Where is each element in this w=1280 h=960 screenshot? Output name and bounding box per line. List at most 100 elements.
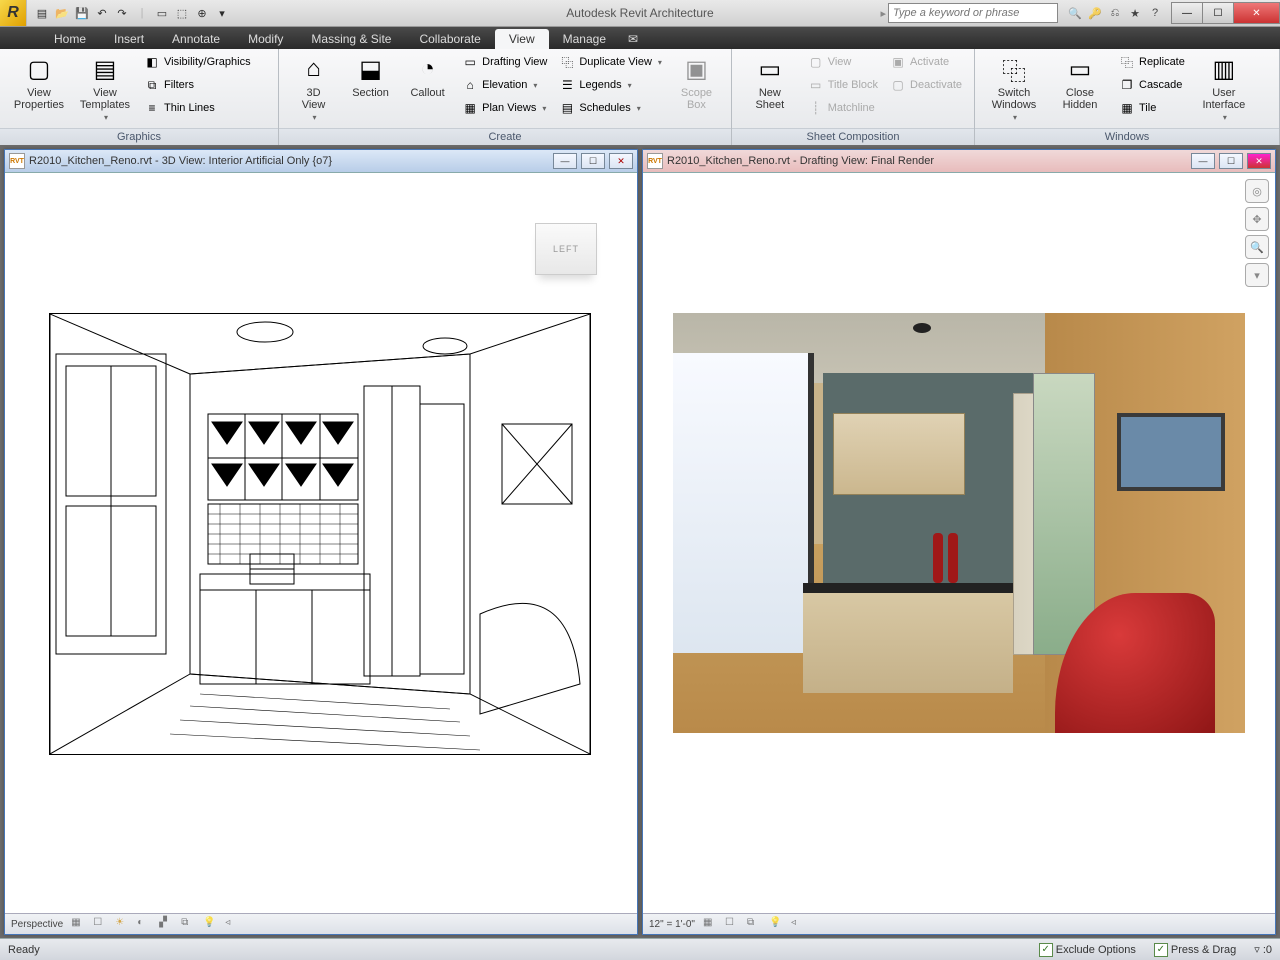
cascade-button[interactable]: ❐Cascade (1115, 74, 1189, 96)
qat-save-icon[interactable]: 💾 (73, 4, 91, 22)
view-cube[interactable]: LEFT (535, 223, 597, 275)
rendered-image (673, 313, 1245, 733)
child-title-text-left: R2010_Kitchen_Reno.rvt - 3D View: Interi… (29, 155, 332, 167)
zoom-icon[interactable]: 🔍 (1245, 235, 1269, 259)
duplicate-view-button[interactable]: ⿻Duplicate View (555, 51, 666, 73)
wireframe-drawing (49, 313, 591, 755)
qat-redo-icon[interactable]: ↷ (113, 4, 131, 22)
tab-modify[interactable]: Modify (234, 29, 297, 49)
child-min-right[interactable]: — (1191, 153, 1215, 169)
minimize-button[interactable]: — (1171, 2, 1203, 24)
rvt-file-icon: RVT (647, 153, 663, 169)
child-close-left[interactable]: ✕ (609, 153, 633, 169)
comm-icon[interactable]: ⎌ (1106, 4, 1124, 22)
replicate-button[interactable]: ⿻Replicate (1115, 51, 1189, 73)
3d-view-button[interactable]: ⌂3D View (287, 51, 340, 124)
help-icon[interactable]: ? (1146, 4, 1164, 22)
view-properties-button[interactable]: ▢ View Properties (8, 51, 70, 113)
detail-icon[interactable]: ▦ (703, 917, 717, 931)
crop-icon[interactable]: ⧉ (181, 917, 195, 931)
sun-icon[interactable]: ☀ (115, 917, 129, 931)
callout-button[interactable]: ◔Callout (401, 51, 454, 101)
qat-3d-icon[interactable]: ⬚ (173, 4, 191, 22)
section-button[interactable]: ⬓Section (344, 51, 397, 101)
steering-wheel-icon[interactable]: ◎ (1245, 179, 1269, 203)
shadow-icon[interactable]: ◐ (137, 917, 151, 931)
view-templates-button[interactable]: ▤ View Templates (74, 51, 136, 124)
legends-button[interactable]: ☰Legends (555, 74, 666, 96)
filters-button[interactable]: ⧉Filters (140, 74, 255, 96)
quick-access-toolbar: ▤ 📂 💾 ↶ ↷ | ▭ ⬚ ⊕ ▾ (27, 4, 237, 22)
hide-icon[interactable]: 💡 (203, 917, 217, 931)
qat-undo-icon[interactable]: ↶ (93, 4, 111, 22)
qat-sync-icon[interactable]: ⊕ (193, 4, 211, 22)
qat-open-icon[interactable]: 📂 (53, 4, 71, 22)
tab-collaborate[interactable]: Collaborate (405, 29, 494, 49)
hide-icon[interactable]: 💡 (769, 917, 783, 931)
model-icon[interactable]: ☐ (93, 917, 107, 931)
pan-icon[interactable]: ✥ (1245, 207, 1269, 231)
close-button[interactable]: ✕ (1233, 2, 1280, 24)
tile-button[interactable]: ▦Tile (1115, 97, 1189, 119)
render-icon[interactable]: ▞ (159, 917, 173, 931)
tab-manage[interactable]: Manage (549, 29, 620, 49)
status-text: Ready (8, 944, 40, 956)
switch-windows-button[interactable]: ⿻Switch Windows (983, 51, 1045, 124)
close-hidden-button[interactable]: ▭Close Hidden (1049, 51, 1111, 113)
navigation-bar: ◎ ✥ 🔍 ▾ (1245, 179, 1269, 287)
maximize-button[interactable]: ☐ (1202, 2, 1234, 24)
tab-insert[interactable]: Insert (100, 29, 158, 49)
child-max-left[interactable]: ☐ (581, 153, 605, 169)
search-input[interactable] (888, 3, 1058, 23)
deactivate-icon: ▢ (890, 77, 906, 93)
key-icon[interactable]: 🔑 (1086, 4, 1104, 22)
child-title-render[interactable]: RVT R2010_Kitchen_Reno.rvt - Drafting Vi… (643, 150, 1275, 173)
scope-icon: ▣ (680, 53, 712, 85)
model-icon[interactable]: ☐ (725, 917, 739, 931)
tab-addins-icon[interactable]: ✉ (620, 29, 646, 49)
thin-lines-button[interactable]: ≡Thin Lines (140, 97, 255, 119)
newsheet-icon: ▭ (754, 53, 786, 85)
tab-view[interactable]: View (495, 29, 549, 49)
new-sheet-button[interactable]: ▭New Sheet (740, 51, 800, 113)
tile-icon: ▦ (1119, 100, 1135, 116)
nav-more-icon[interactable]: ▾ (1245, 263, 1269, 287)
elevation-button[interactable]: ⌂Elevation (458, 74, 551, 96)
search-icon[interactable]: 🔍 (1066, 4, 1084, 22)
infocenter-arrow-icon[interactable]: ▸ (880, 7, 886, 20)
favorite-icon[interactable]: ★ (1126, 4, 1144, 22)
tab-massing[interactable]: Massing & Site (297, 29, 405, 49)
viewport-render[interactable]: ◎ ✥ 🔍 ▾ (643, 173, 1275, 913)
viewport-3d[interactable]: LEFT (5, 173, 637, 913)
ribbon-tabs: Home Insert Annotate Modify Massing & Si… (0, 27, 1280, 49)
reveal-icon[interactable]: ◃ (225, 917, 239, 931)
app-logo[interactable]: R (0, 0, 27, 26)
exclude-options-checkbox[interactable]: ✓Exclude Options (1039, 943, 1136, 957)
qat-pointer-icon[interactable]: ▭ (153, 4, 171, 22)
qat-dropdown-icon[interactable]: ▾ (213, 4, 231, 22)
reveal-icon[interactable]: ◃ (791, 917, 805, 931)
child-min-left[interactable]: — (553, 153, 577, 169)
plan-views-button[interactable]: ▦Plan Views (458, 97, 551, 119)
deactivate-button: ▢Deactivate (886, 74, 966, 96)
drafting-view-button[interactable]: ▭Drafting View (458, 51, 551, 73)
child-max-right[interactable]: ☐ (1219, 153, 1243, 169)
schedules-button[interactable]: ▤Schedules (555, 97, 666, 119)
qat-new-icon[interactable]: ▤ (33, 4, 51, 22)
scale-label-right[interactable]: 12" = 1'-0" (649, 919, 695, 930)
press-drag-checkbox[interactable]: ✓Press & Drag (1154, 943, 1236, 957)
scale-label-left[interactable]: Perspective (11, 919, 63, 930)
tab-home[interactable]: Home (40, 29, 100, 49)
user-interface-button[interactable]: ▥User Interface (1193, 51, 1255, 124)
child-close-right[interactable]: ✕ (1247, 153, 1271, 169)
child-window-render: RVT R2010_Kitchen_Reno.rvt - Drafting Vi… (642, 149, 1276, 935)
detail-icon[interactable]: ▦ (71, 917, 85, 931)
visibility-graphics-button[interactable]: ◧Visibility/Graphics (140, 51, 255, 73)
activate-button: ▣Activate (886, 51, 966, 73)
crop-icon[interactable]: ⧉ (747, 917, 761, 931)
rvt-file-icon: RVT (9, 153, 25, 169)
child-title-3dview[interactable]: RVT R2010_Kitchen_Reno.rvt - 3D View: In… (5, 150, 637, 173)
ribbon: ▢ View Properties ▤ View Templates ◧Visi… (0, 49, 1280, 146)
tab-annotate[interactable]: Annotate (158, 29, 234, 49)
filter-count[interactable]: ▿:0 (1254, 943, 1272, 956)
